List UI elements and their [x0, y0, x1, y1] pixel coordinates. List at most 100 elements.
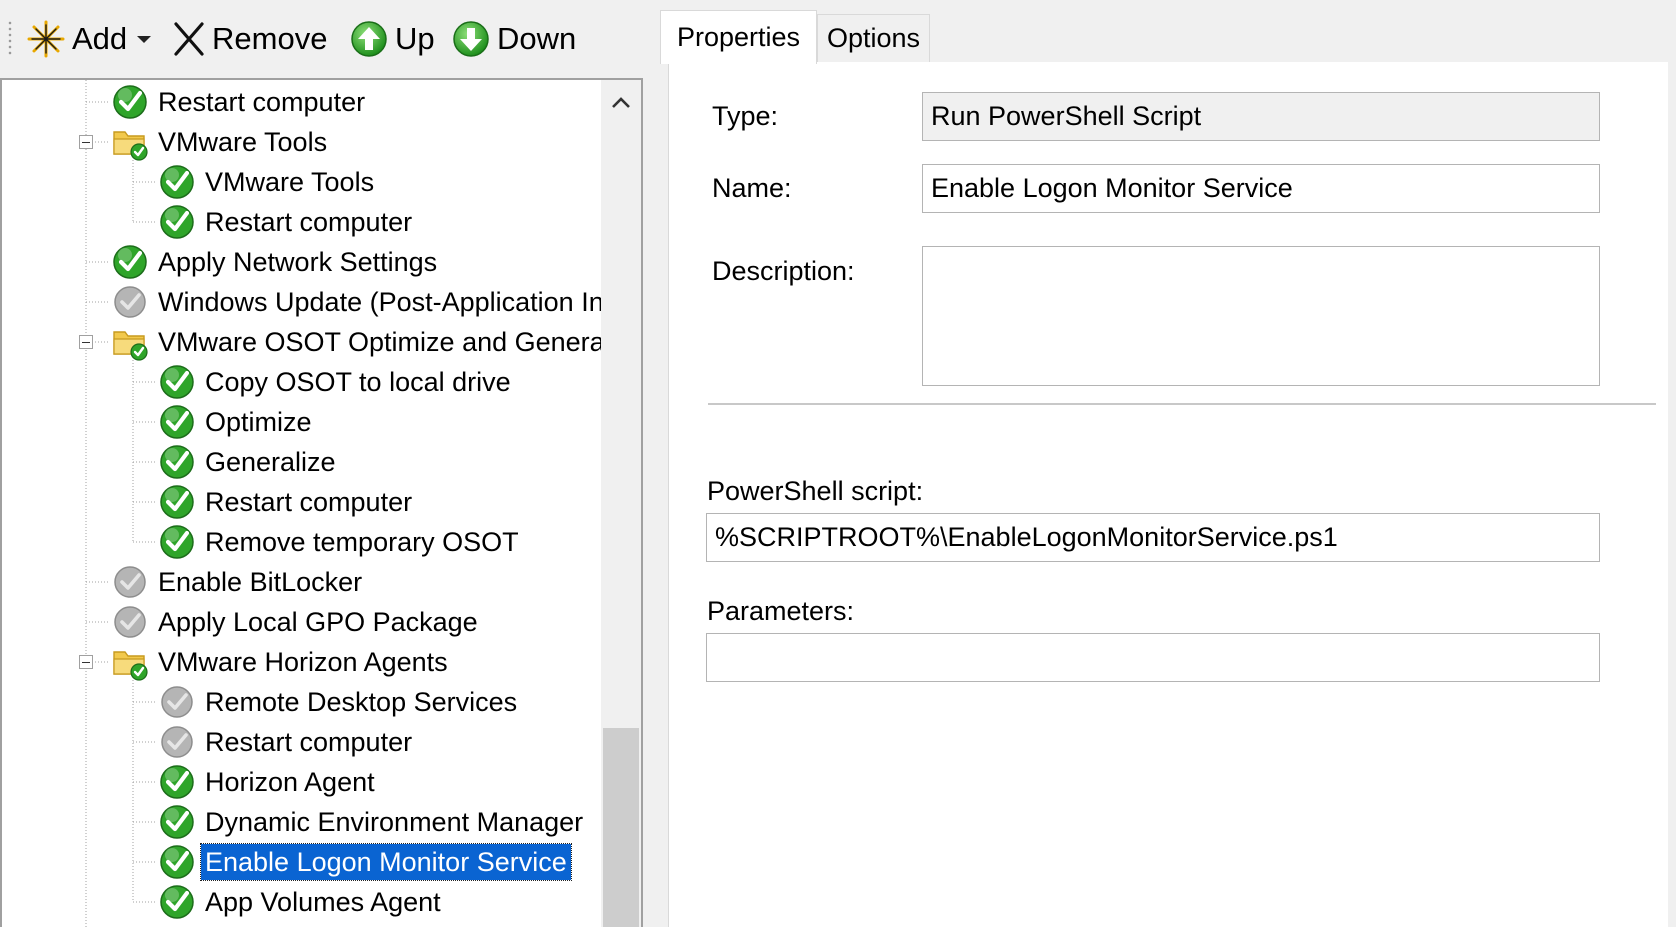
- tree-item-label: Restart computer: [205, 207, 413, 237]
- section-divider: [708, 403, 1656, 406]
- folder-group-icon: [113, 651, 148, 681]
- success-check-icon: [113, 85, 147, 119]
- tree-item[interactable]: VMware Tools: [110, 122, 331, 162]
- tree-item-label: Windows Update (Post-Application In: [158, 287, 604, 317]
- collapse-toggle-minus-icon[interactable]: [79, 655, 93, 669]
- toolbar-grip[interactable]: [8, 20, 12, 56]
- tree-item[interactable]: Windows Update (Post-Application In: [110, 282, 608, 322]
- add-button[interactable]: Add: [26, 16, 152, 62]
- tree-item-label: Enable BitLocker: [158, 567, 363, 597]
- tree-item[interactable]: Horizon Agent: [157, 762, 379, 802]
- tree-item[interactable]: App Volumes Agent: [157, 882, 445, 922]
- toolbar: Add Remove Up Down: [0, 0, 645, 78]
- tree-item-label: Apply Network Settings: [158, 247, 438, 277]
- success-check-icon: [160, 205, 194, 239]
- tree-item-label: VMware Tools: [158, 127, 328, 157]
- tree-item[interactable]: Optimize: [157, 402, 316, 442]
- down-button-label: Down: [497, 21, 577, 56]
- tree-item[interactable]: Restart computer: [157, 482, 416, 522]
- description-textarea[interactable]: [922, 246, 1600, 386]
- add-button-label: Add: [72, 21, 128, 56]
- tree-item[interactable]: Remote Desktop Services: [157, 682, 521, 722]
- tree-item-label: Restart computer: [158, 87, 366, 117]
- success-check-icon: [160, 525, 194, 559]
- tree-item[interactable]: Restart computer: [157, 722, 416, 762]
- task-sequence-tree[interactable]: Restart computer VMware Tools VMware Tools…: [0, 78, 643, 927]
- tree-vertical-scrollbar[interactable]: [601, 80, 641, 927]
- add-star-icon: [27, 20, 65, 58]
- success-check-icon: [160, 845, 194, 879]
- parameters-input[interactable]: [706, 633, 1600, 682]
- description-label: Description:: [712, 256, 855, 286]
- disabled-check-icon: [114, 606, 146, 638]
- tree-item-label: Restart computer: [205, 727, 413, 757]
- tree-item-label: Remove temporary OSOT: [205, 527, 519, 557]
- folder-group-icon: [113, 331, 148, 361]
- success-check-icon: [160, 445, 194, 479]
- tree-item[interactable]: Restart computer: [157, 202, 416, 242]
- tree-item-label: Optimize: [205, 407, 312, 437]
- success-check-icon: [160, 405, 194, 439]
- tree-item-selected[interactable]: Enable Logon Monitor Service: [157, 842, 572, 882]
- success-check-icon: [160, 485, 194, 519]
- up-button-label: Up: [395, 21, 435, 56]
- success-check-icon: [160, 365, 194, 399]
- success-check-icon: [113, 245, 147, 279]
- add-dropdown-chevron-icon[interactable]: [137, 35, 152, 43]
- arrow-down-icon: [453, 21, 489, 57]
- type-value: Run PowerShell Script: [931, 101, 1202, 131]
- tree-item-label: VMware Tools: [205, 167, 375, 197]
- tree-item[interactable]: Remove temporary OSOT: [157, 522, 523, 562]
- tree-item-label: Dynamic Environment Manager: [205, 807, 584, 837]
- tree-item-label: VMware OSOT Optimize and Genera: [158, 327, 605, 357]
- remove-button[interactable]: Remove: [172, 16, 327, 62]
- tree-item-label: Remote Desktop Services: [205, 687, 518, 717]
- success-check-icon: [160, 165, 194, 199]
- parameters-label: Parameters:: [707, 596, 855, 626]
- tree-item[interactable]: VMware OSOT Optimize and Genera: [110, 322, 609, 362]
- remove-x-icon: [174, 22, 204, 56]
- powershell-script-input[interactable]: [706, 513, 1600, 562]
- tab-properties[interactable]: Properties: [660, 10, 817, 64]
- tree-item[interactable]: VMware Horizon Agents: [110, 642, 452, 682]
- tree-item-label: Horizon Agent: [205, 767, 375, 797]
- tree-item[interactable]: Apply Network Settings: [110, 242, 441, 282]
- tree-item[interactable]: Apply Local GPO Package: [110, 602, 482, 642]
- powershell-script-label: PowerShell script:: [707, 476, 924, 506]
- tree-item-label: Generalize: [205, 447, 336, 477]
- tab-properties-label: Properties: [676, 22, 801, 52]
- scrollbar-thumb[interactable]: [603, 728, 639, 927]
- success-check-icon: [160, 765, 194, 799]
- tab-options-label: Options: [826, 23, 921, 53]
- disabled-check-icon: [114, 566, 146, 598]
- remove-button-label: Remove: [212, 21, 328, 56]
- tree-item-label: Restart computer: [205, 487, 413, 517]
- success-check-icon: [160, 885, 194, 919]
- tab-options[interactable]: Options: [817, 14, 930, 62]
- disabled-check-icon: [161, 726, 193, 758]
- down-button[interactable]: Down: [451, 16, 576, 62]
- tree-item[interactable]: Generalize: [157, 442, 340, 482]
- arrow-up-icon: [351, 21, 387, 57]
- collapse-toggle-minus-icon[interactable]: [79, 335, 93, 349]
- tree-item-label: App Volumes Agent: [205, 887, 441, 917]
- collapse-toggle-minus-icon[interactable]: [79, 135, 93, 149]
- success-check-icon: [160, 805, 194, 839]
- disabled-check-icon: [161, 686, 193, 718]
- tree-item[interactable]: Copy OSOT to local drive: [157, 362, 515, 402]
- disabled-check-icon: [114, 286, 146, 318]
- type-field: Run PowerShell Script: [922, 92, 1600, 141]
- up-button[interactable]: Up: [349, 16, 435, 62]
- tree-item[interactable]: Restart computer: [110, 82, 369, 122]
- tree-item-label: Enable Logon Monitor Service: [200, 843, 572, 881]
- folder-group-icon: [113, 131, 148, 161]
- name-label: Name:: [712, 173, 792, 203]
- type-label: Type:: [712, 101, 779, 131]
- tree-item[interactable]: VMware Tools: [157, 162, 378, 202]
- tree-item-label: Copy OSOT to local drive: [205, 367, 511, 397]
- tree-item[interactable]: Enable BitLocker: [110, 562, 366, 602]
- name-input[interactable]: [922, 164, 1600, 213]
- scroll-up-chevron-icon[interactable]: [609, 92, 633, 112]
- tree-item[interactable]: Dynamic Environment Manager: [157, 802, 587, 842]
- tree-item-label: VMware Horizon Agents: [158, 647, 448, 677]
